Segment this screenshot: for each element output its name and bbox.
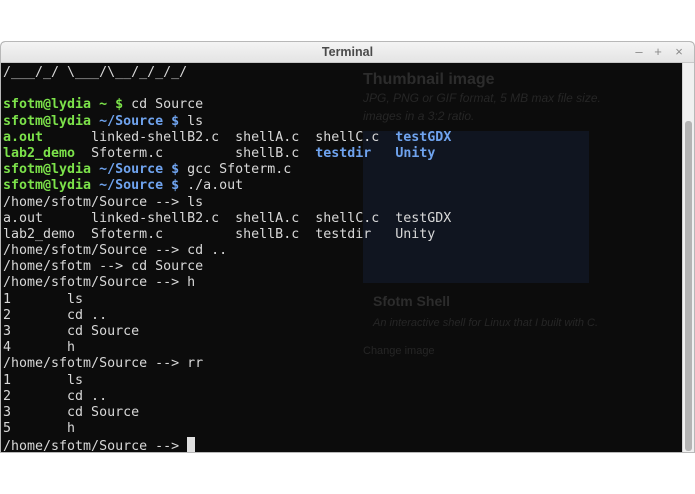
terminal-line: /home/sfotm/Source --> rr — [3, 356, 451, 372]
terminal-text: ~/Source $ — [99, 162, 188, 178]
terminal-text: a.out linked-shellB2.c shellA.c shellC.c… — [3, 210, 452, 226]
terminal-line: 2 cd .. — [3, 389, 451, 405]
terminal-line: /home/sfotm/Source --> — [3, 437, 451, 453]
title-bar[interactable]: Terminal – + × — [1, 42, 694, 63]
terminal-text: ./a.out — [187, 178, 244, 194]
terminal-text: lab2_demo Sfoterm.c shellB.c testdir Uni… — [3, 226, 436, 242]
terminal-text: Unity — [395, 145, 436, 161]
terminal-line: /home/sfotm/Source --> h — [3, 275, 451, 291]
terminal-text: sfotm@lydia — [3, 113, 100, 129]
terminal-text: 3 cd Source — [3, 324, 140, 339]
terminal-text: 2 cd .. — [3, 388, 108, 404]
terminal-line: sfotm@lydia ~/Source $ ./a.out — [3, 178, 451, 194]
terminal-line: a.out linked-shellB2.c shellA.c shellC.c… — [3, 211, 451, 227]
terminal-text: 1 ls — [3, 291, 84, 307]
terminal-text: linked-shellB2.c shellA.c shellC.c — [43, 129, 396, 145]
terminal-line: /___/_/ \___/\__/_/_/_/ — [3, 65, 451, 81]
terminal-line: sfotm@lydia ~ $ cd Source — [3, 97, 451, 113]
terminal-text: a.out — [3, 129, 44, 145]
terminal-line: 1 ls — [3, 292, 451, 308]
terminal-text: /home/sfotm --> cd Source — [3, 259, 204, 275]
terminal-text: testdir — [315, 145, 372, 161]
terminal-text: gcc Sfoterm.c — [187, 162, 292, 178]
terminal-text: lab2_demo — [3, 145, 76, 161]
terminal-text: ~/Source $ — [99, 113, 188, 129]
terminal-line: 3 cd Source — [3, 324, 451, 340]
scrollbar-thumb[interactable] — [685, 121, 692, 451]
terminal-text: /home/sfotm/Source --> h — [3, 275, 196, 291]
terminal-text: testGDX — [395, 129, 452, 145]
terminal-output[interactable]: Thumbnail image JPG, PNG or GIF format, … — [1, 63, 684, 453]
terminal-window: Terminal – + × Thumbnail image JPG, PNG … — [0, 41, 695, 453]
terminal-line: 1 ls — [3, 373, 451, 389]
terminal-line: lab2_demo Sfoterm.c shellB.c testdir Uni… — [3, 146, 451, 162]
terminal-line: /home/sfotm --> cd Source — [3, 259, 451, 275]
terminal-text: /___/_/ \___/\__/_/_/_/ — [3, 65, 188, 80]
terminal-line: a.out linked-shellB2.c shellA.c shellC.c… — [3, 130, 451, 146]
terminal-line: /home/sfotm/Source --> cd .. — [3, 243, 451, 259]
terminal-line: 2 cd .. — [3, 308, 451, 324]
close-button[interactable]: × — [671, 43, 687, 61]
scrollbar[interactable] — [682, 63, 694, 452]
terminal-text: ~/Source $ — [99, 178, 188, 194]
minimize-button[interactable]: – — [631, 43, 647, 61]
terminal-line: sfotm@lydia ~/Source $ ls — [3, 114, 451, 130]
terminal-text: /home/sfotm/Source --> — [3, 439, 188, 453]
terminal-text: ls — [187, 113, 204, 129]
terminal-line: lab2_demo Sfoterm.c shellB.c testdir Uni… — [3, 227, 451, 243]
terminal-text: 4 h — [3, 340, 76, 356]
terminal-text: /home/sfotm/Source --> rr — [3, 356, 204, 372]
maximize-button[interactable]: + — [650, 43, 666, 61]
terminal-text: /home/sfotm/Source --> ls — [3, 194, 204, 210]
terminal-lines: /___/_/ \___/\__/_/_/_/ sfotm@lydia ~ $ c… — [3, 65, 451, 453]
terminal-text: Sfoterm.c shellB.c — [75, 145, 316, 161]
terminal-text: 3 cd Source — [3, 404, 140, 420]
terminal-text: sfotm@lydia ~ $ — [3, 97, 132, 113]
terminal-text: /home/sfotm/Source --> cd .. — [3, 243, 228, 259]
terminal-line: sfotm@lydia ~/Source $ gcc Sfoterm.c — [3, 162, 451, 178]
terminal-text: sfotm@lydia — [3, 178, 100, 194]
terminal-text: 1 ls — [3, 372, 84, 388]
terminal-text: 5 h — [3, 421, 76, 437]
text-cursor — [187, 437, 196, 452]
terminal-text: sfotm@lydia — [3, 162, 100, 178]
window-title: Terminal — [321, 45, 374, 59]
terminal-line: 3 cd Source — [3, 405, 451, 421]
terminal-text: 2 cd .. — [3, 307, 108, 323]
terminal-line: 4 h — [3, 340, 451, 356]
terminal-line: 5 h — [3, 421, 451, 437]
terminal-line: /home/sfotm/Source --> ls — [3, 195, 451, 211]
terminal-text: cd Source — [131, 97, 204, 113]
